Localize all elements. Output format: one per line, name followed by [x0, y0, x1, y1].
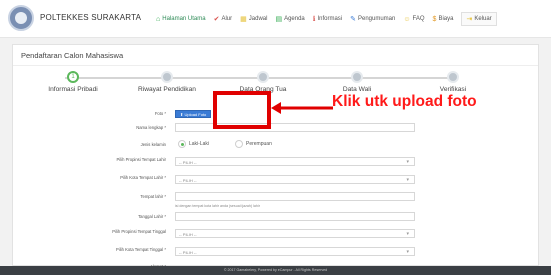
arrow-left-icon: [271, 102, 333, 114]
main-nav: ⌂ Halaman Utama ✔ Alur ▦ Jadwal ▤ Agenda ℹ Inform…: [156, 12, 497, 26]
question-icon: ☺: [403, 15, 411, 23]
step-2[interactable]: Riwayat Pendidikan: [117, 71, 217, 93]
step-label: Verifikasi: [439, 86, 467, 93]
kota-tinggal-select[interactable]: -- PILIH -- ▾: [175, 247, 415, 256]
chevron-down-icon: ▾: [406, 177, 409, 183]
chevron-down-icon: ▾: [406, 231, 409, 237]
nama-input[interactable]: [175, 123, 415, 132]
step-number: 1: [71, 74, 75, 80]
foto-label: Foto *: [154, 111, 166, 116]
page-title: Pendaftaran Calon Mahasiswa: [21, 51, 124, 60]
nav-label: Agenda: [284, 16, 305, 22]
radio-circle[interactable]: [235, 140, 243, 148]
nav-label: Pengumuman: [358, 16, 396, 22]
step-4[interactable]: Data Wali: [307, 71, 407, 93]
kota-lahir-select[interactable]: -- PILIH -- ▾: [175, 175, 415, 184]
annotation-text: Klik utk upload foto: [332, 93, 477, 110]
step-dot-active: 1: [67, 71, 79, 83]
nav-jadwal[interactable]: ▦ Jadwal: [240, 15, 267, 23]
select-value: -- PILIH --: [179, 232, 197, 237]
nav-biaya[interactable]: $ Biaya: [433, 16, 454, 23]
radio-laki-laki[interactable]: Laki-Laki: [178, 140, 209, 148]
nav-label: Halaman Utama: [162, 16, 206, 22]
step-label: Informasi Pribadi: [48, 86, 98, 93]
step-5[interactable]: Verifikasi: [403, 71, 503, 93]
registration-card: Pendaftaran Calon Mahasiswa 1 Informasi P…: [12, 44, 539, 269]
step-dot: [447, 71, 459, 83]
tempat-lahir-input[interactable]: [175, 192, 415, 201]
highlight-box: [213, 91, 271, 129]
step-label: Riwayat Pendidikan: [138, 86, 196, 93]
step-label: Data Wali: [342, 86, 372, 93]
nav-keluar[interactable]: ⇥ Keluar: [461, 12, 497, 26]
step-1[interactable]: 1 Informasi Pribadi: [23, 71, 123, 93]
upload-foto-button[interactable]: ⬆ Upload Foto: [175, 110, 212, 118]
radio-circle-checked[interactable]: [178, 140, 186, 148]
prov-lahir-select[interactable]: -- PILIH -- ▾: [175, 157, 415, 166]
footer: © 2017 Gamabelery, Powered by eCampur - …: [0, 266, 551, 275]
tanggal-lahir-input[interactable]: [175, 212, 415, 221]
brand-name[interactable]: POLTEKKES SURAKARTA: [40, 13, 141, 22]
step-dot: [257, 71, 269, 83]
nav-faq[interactable]: ☺ FAQ: [403, 16, 424, 23]
logout-icon: ⇥: [466, 16, 473, 23]
step-dot: [161, 71, 173, 83]
nav-label: Jadwal: [248, 16, 268, 22]
nav-label: Informasi: [317, 16, 343, 22]
nav-agenda[interactable]: ▤ Agenda: [275, 15, 304, 23]
radio-perempuan[interactable]: Perempuan: [235, 140, 272, 148]
step-dot: [351, 71, 363, 83]
tanggal-lahir-label: Tanggal Lahir *: [138, 214, 166, 219]
check-icon: ✔: [213, 16, 220, 23]
nav-label: Alur: [221, 16, 233, 22]
select-value: -- PILIH --: [179, 160, 197, 165]
tempat-lahir-hint: isi dengan tempat kota lahir anda (sesua…: [175, 204, 260, 208]
nav-halaman-utama[interactable]: ⌂ Halaman Utama: [156, 16, 206, 23]
chevron-down-icon: ▾: [406, 159, 409, 165]
step-3[interactable]: Data Orang Tua: [213, 71, 313, 93]
kota-lahir-label: Pilih Kota Tempat Lahir *: [120, 175, 166, 180]
radio-label: Laki-Laki: [189, 141, 210, 147]
info-icon: ℹ: [312, 16, 316, 23]
dollar-icon: $: [432, 15, 437, 23]
page-body: Pendaftaran Calon Mahasiswa 1 Informasi P…: [0, 38, 551, 269]
nama-label: Nama lengkap *: [136, 125, 166, 130]
divider: [13, 65, 538, 66]
jenis-kelamin-label: Jenis kelamin: [140, 142, 166, 147]
select-value: -- PILIH --: [179, 250, 197, 255]
kota-tinggal-label: Pilih Kota Tempat Tinggal *: [116, 247, 166, 252]
home-icon: ⌂: [156, 15, 161, 23]
agenda-icon: ▤: [275, 16, 283, 23]
prov-lahir-label: Pilih Propinsi Tempat Lahir: [116, 157, 167, 162]
select-value: -- PILIH --: [179, 178, 197, 183]
calendar-icon: ▦: [240, 16, 247, 23]
logo-icon[interactable]: [8, 5, 34, 31]
prov-tinggal-select[interactable]: -- PILIH -- ▾: [175, 229, 415, 238]
top-navbar: POLTEKKES SURAKARTA ⌂ Halaman Utama ✔ Alur ▦…: [0, 0, 551, 38]
nav-informasi[interactable]: ℹ Informasi: [313, 15, 342, 23]
tempat-lahir-label: Tempat lahir *: [140, 194, 166, 199]
chevron-down-icon: ▾: [406, 249, 409, 255]
nav-label: Keluar: [474, 16, 492, 22]
nav-label: Biaya: [438, 16, 454, 22]
prov-tinggal-label: Pilih Propinsi Tempat Tinggal: [112, 229, 166, 234]
megaphone-icon: ✎: [350, 16, 356, 23]
radio-label: Perempuan: [246, 141, 272, 147]
nav-pengumuman[interactable]: ✎ Pengumuman: [350, 15, 395, 23]
nav-label: FAQ: [412, 16, 425, 22]
nav-alur[interactable]: ✔ Alur: [214, 15, 233, 23]
